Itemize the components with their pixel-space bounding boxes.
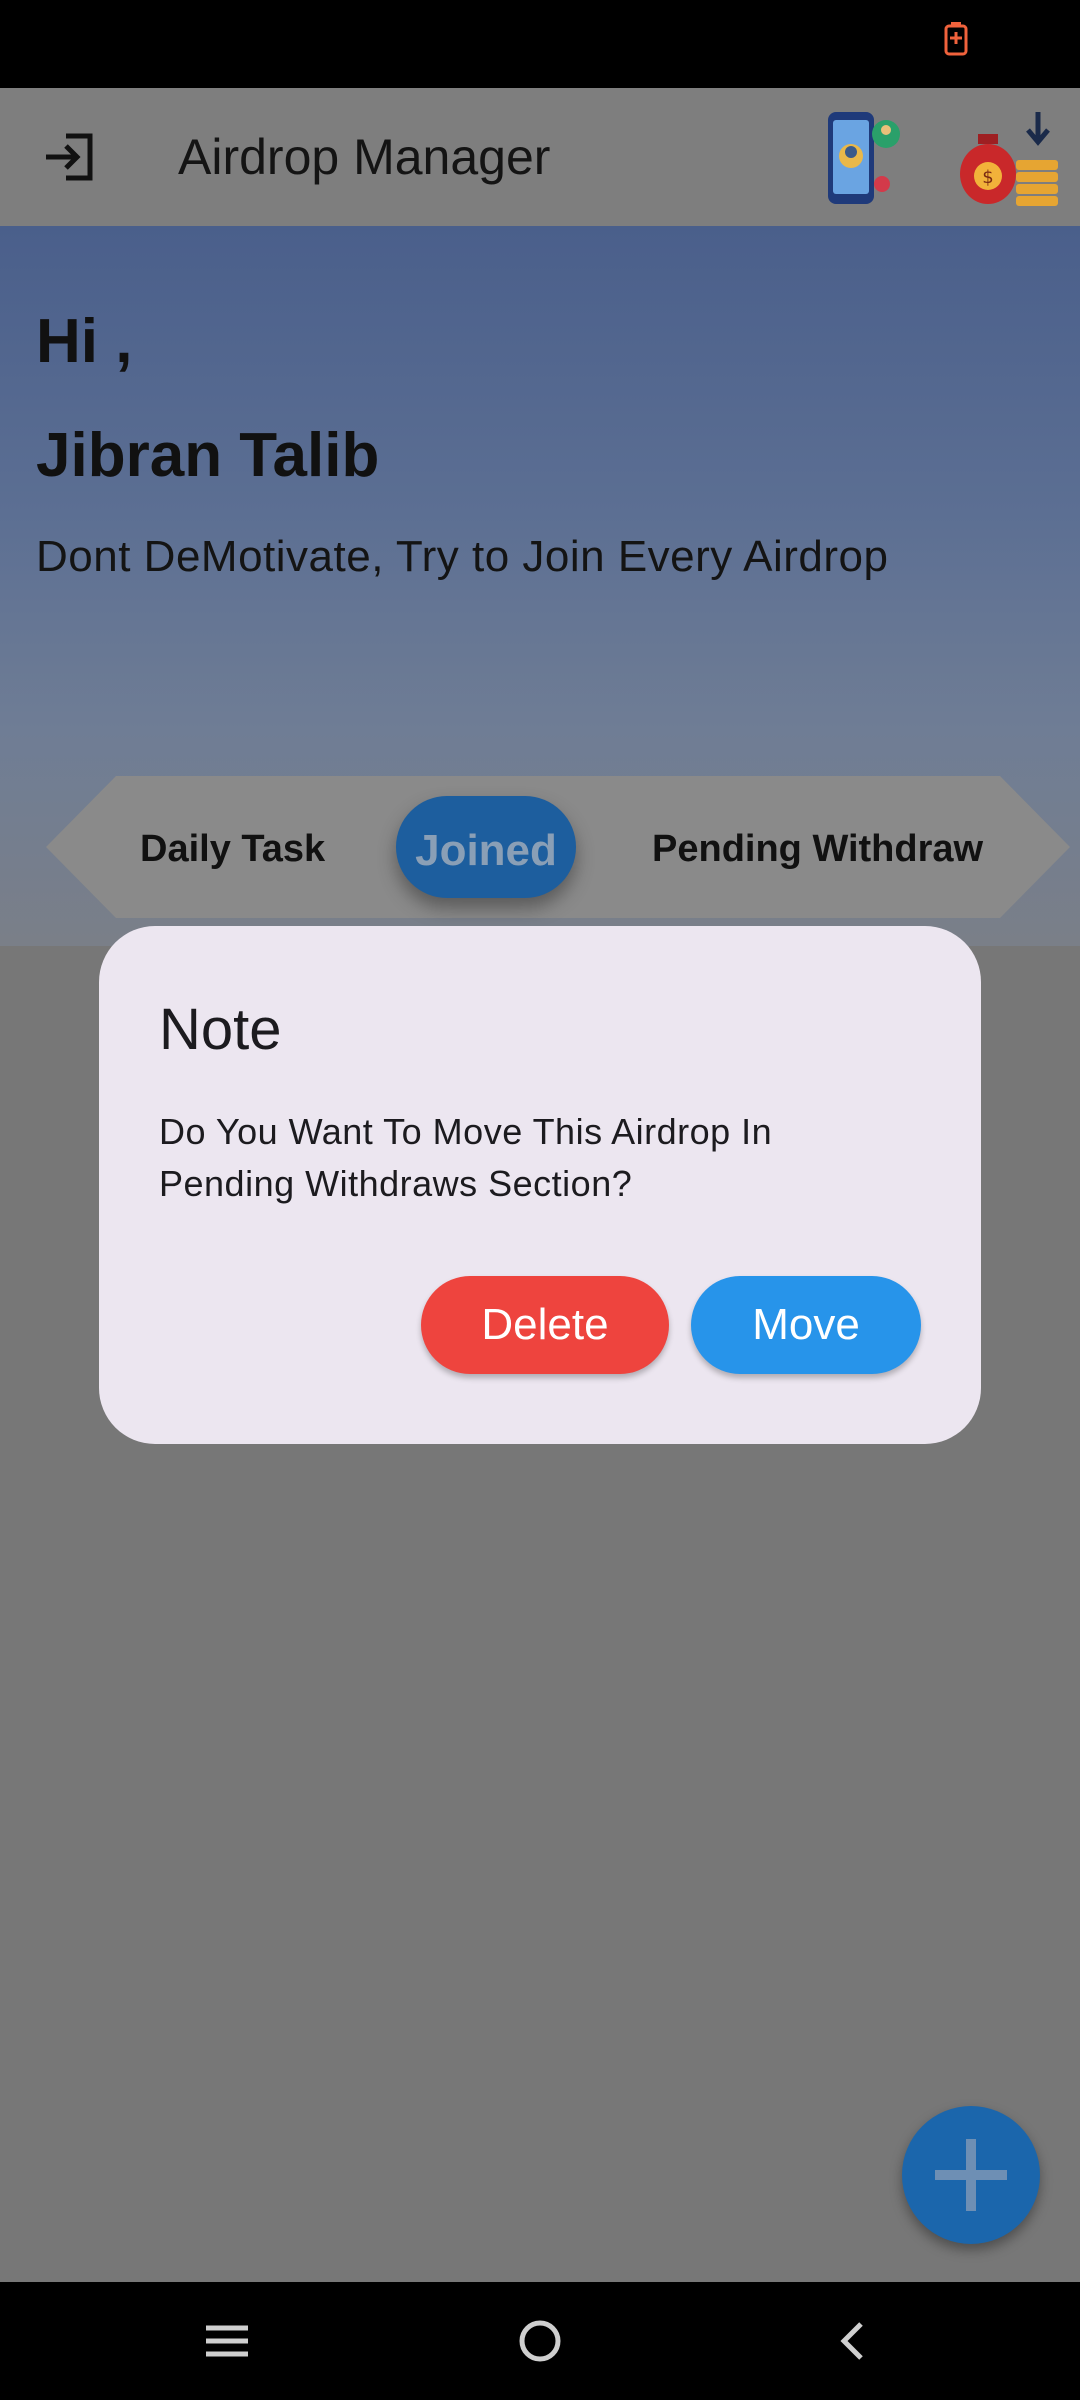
delete-button[interactable]: Delete <box>421 1276 669 1374</box>
menu-icon[interactable] <box>202 2316 252 2366</box>
tab-joined-label: Joined <box>415 826 557 875</box>
home-icon[interactable] <box>515 2316 565 2366</box>
add-airdrop-button[interactable] <box>902 2106 1040 2244</box>
system-navigation-bar <box>0 2282 1080 2400</box>
tab-joined[interactable]: Joined <box>396 796 576 898</box>
dialog-title: Note <box>159 997 282 1062</box>
battery-charging-icon <box>944 22 968 56</box>
status-bar <box>0 0 1080 88</box>
phone-user-icon[interactable] <box>822 108 914 208</box>
tab-pending-withdraw[interactable]: Pending Withdraw <box>652 828 983 871</box>
svg-text:$: $ <box>982 167 993 188</box>
back-icon[interactable] <box>828 2316 878 2366</box>
move-button[interactable]: Move <box>691 1276 921 1374</box>
plus-icon <box>935 2139 1007 2211</box>
app-bar: Airdrop Manager $ <box>0 88 1080 226</box>
greeting-text: Hi , <box>36 307 133 376</box>
motivation-text: Dont DeMotivate, Try to Join Every Airdr… <box>36 532 889 581</box>
tab-daily-task[interactable]: Daily Task <box>140 828 325 871</box>
move-airdrop-dialog: Note Do You Want To Move This Airdrop In… <box>99 926 981 1444</box>
dialog-message: Do You Want To Move This Airdrop In Pend… <box>159 1111 773 1204</box>
user-name: Jibran Talib <box>36 421 380 490</box>
money-bag-icon[interactable]: $ <box>958 108 1062 208</box>
app-title: Airdrop Manager <box>178 129 551 185</box>
logout-icon[interactable] <box>42 132 96 182</box>
tab-bar: Daily Task Joined Pending Withdraw <box>46 776 1070 918</box>
